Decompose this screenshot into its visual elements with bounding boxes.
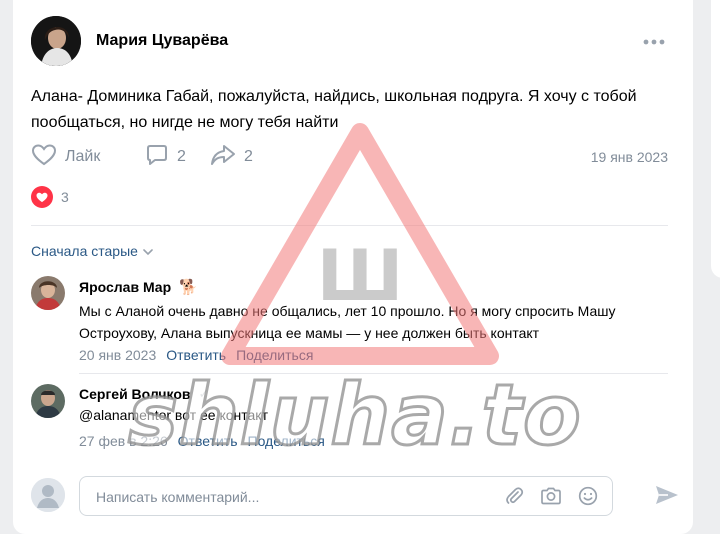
commenter-name[interactable]: Сергей Волчков ✓ [79,386,209,402]
commenter-avatar[interactable] [31,276,65,310]
post-card: Мария Цуварёва Алана- Доминика Габай, по… [13,0,693,534]
current-user-avatar[interactable] [31,478,65,512]
commenter-avatar[interactable] [31,384,65,418]
send-button[interactable] [654,483,680,512]
heart-outline-icon [31,143,65,172]
share-comment-button[interactable]: Поделиться [248,433,325,449]
reply-button[interactable]: Ответить [166,347,226,363]
divider [31,225,668,226]
comment-icon [145,143,177,172]
share-icon [210,143,244,172]
chevron-down-icon [142,243,154,259]
author-avatar[interactable] [31,16,81,66]
post-text: Алана- Доминика Габай, пожалуйста, найди… [31,88,637,131]
camera-icon[interactable] [540,486,562,511]
composer-tools [504,486,598,511]
comment-text: @alanamentor вот ее контакт [79,407,268,423]
dog-badge-icon: 🐕 [179,279,198,296]
send-arrow-icon [654,486,680,511]
side-panel-edge [711,0,720,278]
more-options-icon[interactable] [642,33,666,51]
like-label: Лайк [65,148,101,165]
sort-label: Сначала старые [31,243,138,259]
comment-item: Ярослав Мар 🐕 Мы с Аланой очень давно не… [31,276,671,366]
reactions-count: 3 [61,189,69,205]
divider [79,373,668,374]
comments-button[interactable]: 2 [145,143,186,171]
smile-icon[interactable] [578,486,598,511]
share-button[interactable]: 2 [210,143,253,171]
comment-meta: 27 фев в 2:26 Ответить Поделиться [79,433,325,449]
shares-count: 2 [244,148,253,165]
comment-input-box [79,476,613,517]
post-date[interactable]: 19 янв 2023 [591,149,668,165]
comment-text: Мы с Аланой очень давно не общались, лет… [79,303,616,341]
share-comment-button[interactable]: Поделиться [236,347,313,363]
comment-date[interactable]: 27 фев в 2:26 [79,433,168,449]
comment-composer [31,476,678,517]
heart-reaction-icon [31,186,53,208]
comment-item: Сергей Волчков ✓ @alanamentor вот ее кон… [31,384,671,454]
comment-input[interactable] [94,477,498,517]
reactions-summary[interactable]: 3 [31,186,69,208]
comment-date[interactable]: 20 янв 2023 [79,347,156,363]
commenter-name[interactable]: Ярослав Мар 🐕 [79,278,198,296]
comments-count: 2 [177,148,186,165]
like-button[interactable]: Лайк [31,143,100,171]
author-name[interactable]: Мария Цуварёва [96,32,228,50]
verified-check-icon: ✓ [198,386,210,401]
reply-button[interactable]: Ответить [178,433,238,449]
comment-meta: 20 янв 2023 Ответить Поделиться [79,347,313,363]
comments-sort-dropdown[interactable]: Сначала старые [31,243,154,259]
paperclip-icon[interactable] [504,486,524,511]
